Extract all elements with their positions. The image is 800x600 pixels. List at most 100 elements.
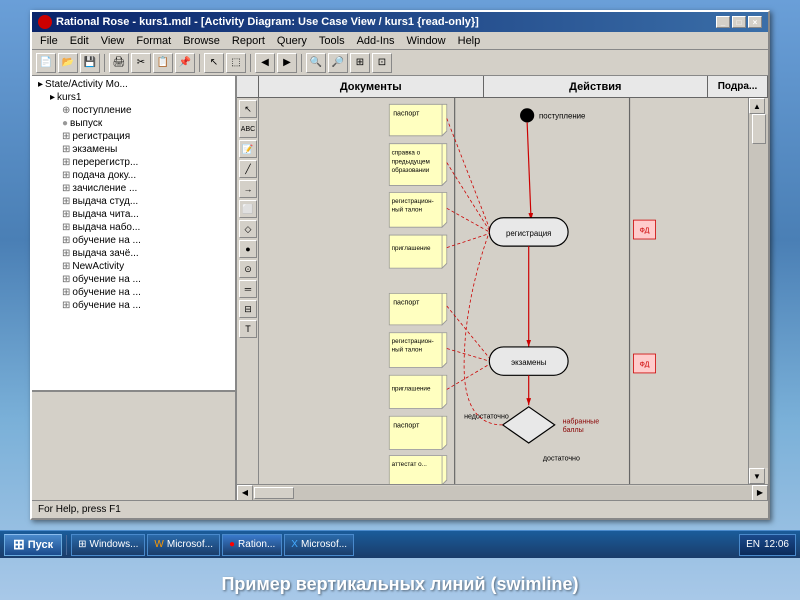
note-spravka-text2: предыдущем: [392, 158, 430, 165]
diagram-canvas: паспорт справка о предыдущем образовании…: [259, 98, 748, 484]
scroll-left-btn[interactable]: ◀: [237, 485, 253, 501]
tree-item-exam[interactable]: ⊞ экзамены: [34, 143, 233, 156]
taskbar-btn-microsof2[interactable]: X Microsof...: [284, 534, 354, 556]
diagram-wrapper: Документы Действия Подра... ↖ ABC 📝 ╱: [237, 76, 768, 500]
tree-leaf-icon: ⊞: [62, 170, 70, 181]
toolbar-arrow[interactable]: ↖: [204, 53, 224, 73]
tree-item-label: обучение на ...: [72, 300, 141, 311]
tree-item-vydacha-zach[interactable]: ⊞ выдача зачё...: [34, 247, 233, 260]
toolbar-select[interactable]: ⬚: [226, 53, 246, 73]
toolbar-zoom-out[interactable]: 🔎: [328, 53, 348, 73]
content-area: ▸ State/Activity Mo... ▸ kurs1 ⊕ поступл…: [32, 76, 768, 500]
tree-item-postupl[interactable]: ⊕ поступление: [34, 104, 233, 117]
diagram-svg: паспорт справка о предыдущем образовании…: [259, 98, 748, 484]
tree-leaf-icon: ⊕: [62, 105, 70, 116]
tree-folder-icon: ⊞: [62, 235, 70, 246]
tool-sync[interactable]: ═: [239, 280, 257, 298]
tree-item-newact[interactable]: ⊞ NewActivity: [34, 260, 233, 273]
menu-help[interactable]: Help: [452, 34, 487, 48]
tree-item-label: обучение на ...: [72, 287, 141, 298]
tree-item-vydacha-nab[interactable]: ⊞ выдача набо...: [34, 221, 233, 234]
tree-item-obuch2[interactable]: ⊞ обучение на ...: [34, 273, 233, 286]
tree-item-kurs1[interactable]: ▸ kurs1: [34, 91, 233, 104]
tree-folder-icon: ⊞: [62, 287, 70, 298]
scroll-track: [749, 114, 768, 468]
toolbar-save[interactable]: 💾: [80, 53, 100, 73]
tool-state[interactable]: ⬜: [239, 200, 257, 218]
tree-item-obuch4[interactable]: ⊞ обучение на ...: [34, 299, 233, 312]
toolbar-new[interactable]: 📄: [36, 53, 56, 73]
menu-query[interactable]: Query: [271, 34, 313, 48]
toolbar-back[interactable]: ◀: [255, 53, 275, 73]
tree-item-vypusk[interactable]: ● выпуск: [34, 117, 233, 130]
tree-item-stateactivity[interactable]: ▸ State/Activity Mo...: [34, 78, 233, 91]
maximize-button[interactable]: □: [732, 16, 746, 28]
close-button[interactable]: ×: [748, 16, 762, 28]
menu-window[interactable]: Window: [401, 34, 452, 48]
tree-item-vydacha-stud[interactable]: ⊞ выдача студ...: [34, 195, 233, 208]
tree-item-vydacha-chit[interactable]: ⊞ выдача чита...: [34, 208, 233, 221]
tree-item-label: экзамены: [72, 144, 117, 155]
tool-final[interactable]: ⊙: [239, 260, 257, 278]
toolbar-paste[interactable]: 📌: [175, 53, 195, 73]
menu-tools[interactable]: Tools: [313, 34, 351, 48]
scroll-down-btn[interactable]: ▼: [749, 468, 765, 484]
tool-arrow[interactable]: →: [239, 180, 257, 198]
note-pasport-2-text: паспорт: [393, 298, 420, 306]
tree-leaf-icon: ⊞: [62, 209, 70, 220]
tree-item-zachis[interactable]: ⊞ зачисление ...: [34, 182, 233, 195]
taskbar-btn-windows[interactable]: ⊞ Windows...: [71, 534, 145, 556]
toolbar-copy[interactable]: 📋: [153, 53, 173, 73]
tool-swimlane[interactable]: ⊟: [239, 300, 257, 318]
taskbar-btn-ration[interactable]: ● Ration...: [222, 534, 282, 556]
tool-text[interactable]: T: [239, 320, 257, 338]
h-scroll-thumb[interactable]: [254, 487, 294, 499]
tree-item-podacha[interactable]: ⊞ подача доку...: [34, 169, 233, 182]
tree-item-label: State/Activity Mo...: [45, 79, 128, 90]
menu-view[interactable]: View: [95, 34, 131, 48]
tool-line[interactable]: ╱: [239, 160, 257, 178]
toolbar-open[interactable]: 📂: [58, 53, 78, 73]
tree-item-obuch3[interactable]: ⊞ обучение на ...: [34, 286, 233, 299]
note-prigl-2-text: приглашение: [392, 385, 431, 392]
tool-initial[interactable]: ●: [239, 240, 257, 258]
scroll-right-btn[interactable]: ▶: [752, 485, 768, 501]
menu-format[interactable]: Format: [130, 34, 177, 48]
note-regtalon-2-text: регистрацион-: [392, 338, 434, 345]
tree-leaf-icon: ⊞: [62, 157, 70, 168]
taskbar-btn-icon3: ●: [229, 539, 235, 550]
toolbar-overview[interactable]: ⊡: [372, 53, 392, 73]
scroll-up-btn[interactable]: ▲: [749, 98, 765, 114]
menu-browse[interactable]: Browse: [177, 34, 226, 48]
menu-report[interactable]: Report: [226, 34, 271, 48]
toolbar-zoom-in[interactable]: 🔍: [306, 53, 326, 73]
tool-note[interactable]: 📝: [239, 140, 257, 158]
start-button[interactable]: ⊞ Пуск: [4, 534, 62, 556]
note-spravka-text3: образовании: [392, 166, 430, 174]
swimlane-header-actions: Действия: [484, 76, 709, 97]
menu-file[interactable]: File: [34, 34, 64, 48]
tree-item-reg[interactable]: ⊞ регистрация: [34, 130, 233, 143]
tool-select[interactable]: ↖: [239, 100, 257, 118]
tool-abc[interactable]: ABC: [239, 120, 257, 138]
toolbar-fwd[interactable]: ▶: [277, 53, 297, 73]
swimlane-headers: Документы Действия Подра...: [237, 76, 768, 98]
toolbar-cut[interactable]: ✂: [131, 53, 151, 73]
scroll-thumb[interactable]: [752, 114, 766, 144]
taskbar: ⊞ Пуск ⊞ Windows... W Microsof... ● Rati…: [0, 530, 800, 558]
tree-item-obuch1[interactable]: ⊞ обучение на ...: [34, 234, 233, 247]
taskbar-btn-microsof1[interactable]: W Microsof...: [147, 534, 220, 556]
status-bar: For Help, press F1: [32, 500, 768, 518]
toolbar-sep3: [250, 54, 251, 72]
note-regtalon-1-text: регистрацион-: [392, 198, 434, 205]
menu-addins[interactable]: Add-Ins: [351, 34, 401, 48]
taskbar-btn-icon4: X: [291, 539, 298, 550]
tool-decision[interactable]: ◇: [239, 220, 257, 238]
nabr-label2: баллы: [563, 426, 584, 434]
toolbar-fit[interactable]: ⊞: [350, 53, 370, 73]
minimize-button[interactable]: _: [716, 16, 730, 28]
tree-item-rereg[interactable]: ⊞ перерегистр...: [34, 156, 233, 169]
tree-leaf-icon: ⊞: [62, 131, 70, 142]
toolbar-print[interactable]: 🖨: [109, 53, 129, 73]
menu-edit[interactable]: Edit: [64, 34, 95, 48]
